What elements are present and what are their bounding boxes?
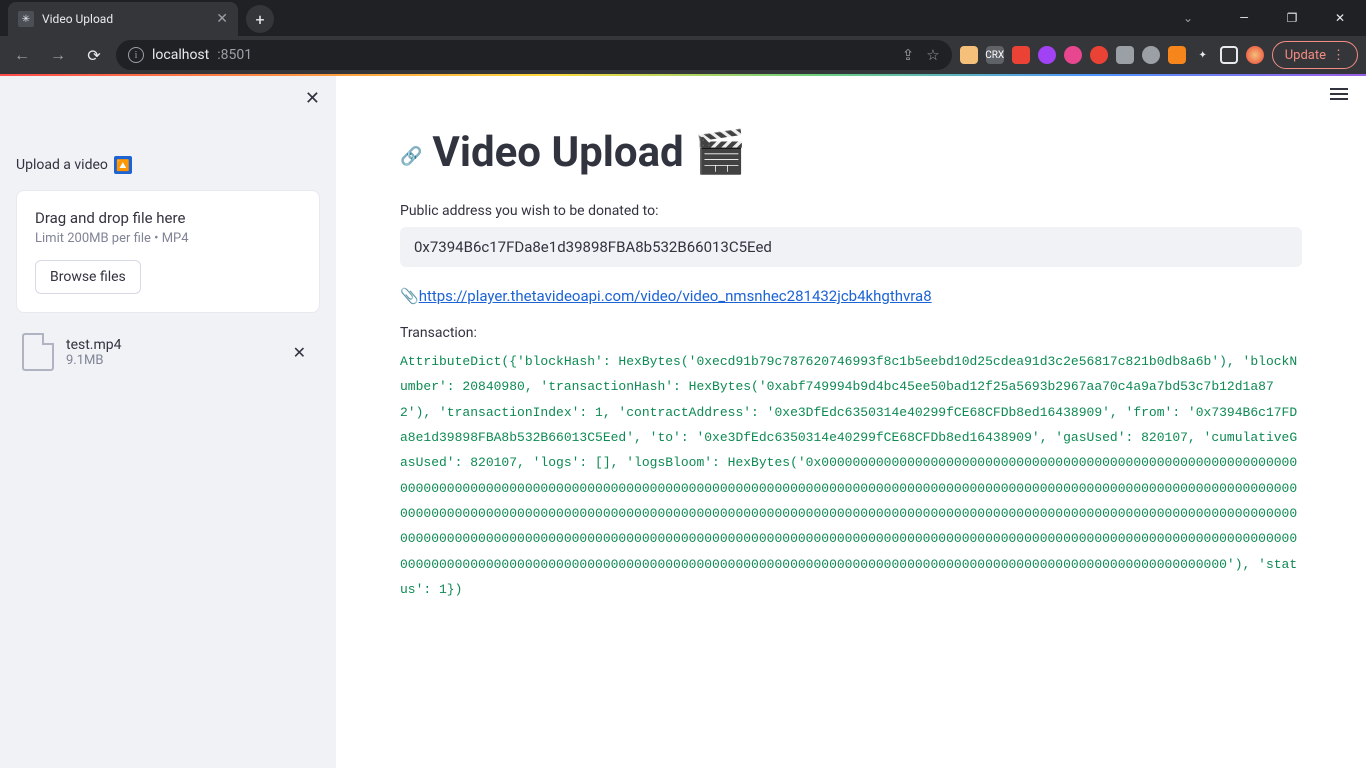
window-maximize-button[interactable]: ❐ [1270, 3, 1314, 33]
file-remove-icon[interactable]: ✕ [285, 339, 314, 366]
browser-toolbar: ← → ⟳ i localhost :8501 ⇪ ☆ CRX ✦ Update⋮ [0, 36, 1366, 74]
file-icon [22, 333, 54, 371]
reload-button[interactable]: ⟳ [80, 41, 108, 69]
sidebar-close-icon[interactable]: ✕ [305, 88, 320, 109]
url-host: localhost [152, 47, 209, 63]
video-url-link[interactable]: https://player.thetavideoapi.com/video/v… [419, 287, 932, 305]
bookmark-icon[interactable]: ☆ [926, 46, 939, 64]
extension-icon[interactable] [1116, 46, 1134, 64]
dropzone-title: Drag and drop file here [35, 209, 301, 227]
extensions-menu-icon[interactable]: ✦ [1194, 46, 1212, 64]
uploader-label: Upload a video 🔼 [16, 156, 320, 174]
extension-icon[interactable] [1064, 46, 1082, 64]
new-tab-button[interactable]: + [246, 5, 274, 33]
extension-icon[interactable]: CRX [986, 46, 1004, 64]
extensions-group: CRX ✦ [960, 46, 1264, 64]
window-close-button[interactable]: ✕ [1318, 3, 1362, 33]
extension-icon[interactable] [1142, 46, 1160, 64]
sidepanel-icon[interactable] [1220, 46, 1238, 64]
transaction-output: AttributeDict({'blockHash': HexBytes('0x… [400, 349, 1302, 602]
address-bar[interactable]: i localhost :8501 ⇪ ☆ [116, 40, 952, 70]
share-icon[interactable]: ⇪ [902, 46, 915, 64]
tab-close-icon[interactable]: ✕ [216, 11, 228, 27]
address-input[interactable] [400, 227, 1302, 267]
transaction-label: Transaction: [400, 325, 1302, 341]
video-link-line: 📎https://player.thetavideoapi.com/video/… [400, 287, 1302, 305]
up-arrow-icon: 🔼 [114, 156, 132, 174]
file-uploader[interactable]: Drag and drop file here Limit 200MB per … [16, 190, 320, 313]
extension-icon[interactable] [960, 46, 978, 64]
url-port: :8501 [217, 47, 252, 63]
back-button[interactable]: ← [8, 41, 36, 69]
uploaded-file-row: test.mp4 9.1MB ✕ [16, 323, 320, 381]
forward-button[interactable]: → [44, 41, 72, 69]
extension-icon[interactable] [1168, 46, 1186, 64]
tab-search-icon[interactable]: ⌄ [1166, 3, 1210, 33]
extension-icon[interactable] [1038, 46, 1056, 64]
extension-icon[interactable] [1012, 46, 1030, 64]
extension-icon[interactable] [1090, 46, 1108, 64]
file-name: test.mp4 [66, 337, 122, 353]
address-input-label: Public address you wish to be donated to… [400, 203, 1302, 219]
window-controls: ⌄ ― ❐ ✕ [1166, 0, 1366, 36]
favicon-icon: ✳ [18, 11, 34, 27]
window-minimize-button[interactable]: ― [1222, 3, 1266, 33]
browser-tab[interactable]: ✳ Video Upload ✕ [8, 2, 238, 36]
sidebar: ✕ Upload a video 🔼 Drag and drop file he… [0, 76, 336, 768]
browse-files-button[interactable]: Browse files [35, 260, 141, 294]
file-size: 9.1MB [66, 353, 122, 368]
main-content: 🔗 Video Upload 🎬 Public address you wish… [336, 76, 1366, 768]
site-info-icon[interactable]: i [128, 47, 144, 63]
update-button[interactable]: Update⋮ [1272, 41, 1358, 69]
tab-title: Video Upload [42, 12, 208, 26]
dropzone-subtitle: Limit 200MB per file • MP4 [35, 231, 301, 246]
anchor-link-icon[interactable]: 🔗 [400, 146, 422, 167]
page-title: Video Upload 🎬 [432, 128, 746, 177]
browser-titlebar: ✳ Video Upload ✕ + ⌄ ― ❐ ✕ [0, 0, 1366, 36]
main-menu-icon[interactable] [1330, 88, 1348, 100]
profile-avatar[interactable] [1246, 46, 1264, 64]
attachment-icon: 📎 [400, 287, 419, 305]
